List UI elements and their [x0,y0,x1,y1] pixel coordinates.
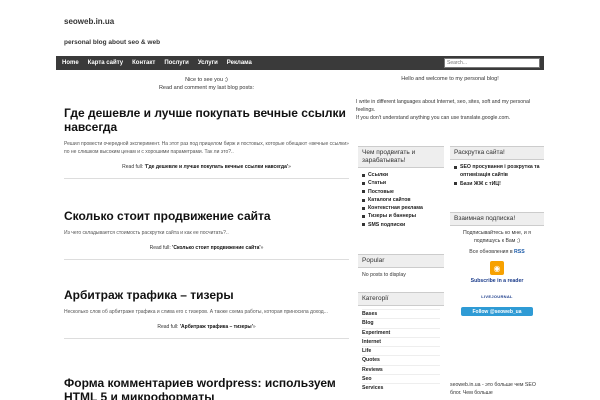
search-input[interactable] [444,58,540,68]
read-full-prefix: Read full: [149,245,173,251]
post-item: Где дешевле и лучше покупать вечные ссыл… [64,106,349,179]
bullet-icon [362,215,365,219]
read-full-prefix: Read full: [157,324,180,330]
read-full-line: Read full: 'Где дешевле и лучше покупать… [64,164,349,170]
post-divider [64,338,349,339]
nav-item-services-ru[interactable]: Услуги [198,60,218,66]
bullet-icon [454,182,457,186]
widget-title: Чем продвигать и зарабатывать! [358,146,444,168]
read-full-prefix: Read full: [122,164,145,170]
widget-title: Popular [358,254,444,268]
read-full-suffix: » [252,324,256,330]
post-title[interactable]: Арбитраж трафика – тизеры [64,288,349,302]
category-item[interactable]: Services [362,383,440,392]
read-full-line: Read full: 'Арбитраж трафика – тизеры'» [64,324,349,330]
post-item: Арбитраж трафика – тизеры Несколько слов… [64,288,349,339]
post-title[interactable]: Сколько стоит продвижение сайта [64,209,349,223]
widget-title: Взаимная подписка! [450,212,544,226]
categories-list: Bases Blog Experiment Internet Life Quot… [358,306,444,396]
about-line: I write in different languages about Int… [356,99,531,113]
widget-subscribe: Взаимная подписка! Подписывайтесь ко мне… [450,212,544,318]
intro-subtitle: Read and comment my last blog posts: [158,85,255,91]
widget-popular: Popular No posts to display [358,254,444,282]
category-item[interactable]: Bases [362,309,440,318]
post-excerpt: Из чего складывается стоимость раскрутки… [64,230,229,236]
list-item[interactable]: Контекстная реклама [362,204,440,212]
widget-title: Категорії [358,292,444,306]
read-full-link[interactable]: 'Сколько стоит продвижение сайта' [172,245,260,251]
main-navigation: Home Карта сайту Контакт Послуги Услуги … [56,56,544,70]
about-text: I write in different languages about Int… [356,98,544,122]
popular-empty-text: No posts to display [362,272,406,278]
rss-feed-icon[interactable]: ◉ [490,261,504,275]
nav-item-sitemap[interactable]: Карта сайту [88,60,123,66]
list-item[interactable]: SEO просування і розкрутка та оптимізаці… [454,163,540,180]
bullet-icon [362,173,365,177]
livejournal-logo-icon[interactable]: LIVEJOURNAL [477,287,517,305]
site-title[interactable]: seoweb.in.ua [64,17,114,26]
nav-item-services-ua[interactable]: Послуги [164,60,189,66]
bullet-icon [362,206,365,210]
read-full-link[interactable]: 'Арбитраж трафика – тизеры' [180,324,253,330]
main-content: Nice to see you ;) Read and comment my l… [64,76,349,400]
right-column: Hello and welcome to my personal blog! I… [356,76,544,396]
subscribe-text: Подписывайтесь ко мне, и я подпишусь к В… [463,230,531,244]
post-title[interactable]: Где дешевле и лучше покупать вечные ссыл… [64,106,349,134]
promote-list: Ссылки Статьи Постовые Каталоги сайтов К… [358,168,444,232]
category-item[interactable]: Life [362,346,440,355]
twitter-follow-button[interactable]: Follow @seoweb_ua [461,307,533,316]
bullet-icon [454,165,457,169]
post-title[interactable]: Форма комментариев wordpress: используем… [64,376,349,400]
list-item[interactable]: Бази ЖЖ с тИЦ! [454,180,540,188]
read-full-suffix: » [288,164,291,170]
rss-prefix: Все обновления в [469,249,515,255]
welcome-text: Hello and welcome to my personal blog! [401,76,499,82]
category-item[interactable]: Blog [362,318,440,327]
read-full-line: Read full: 'Сколько стоит продвижение са… [64,245,349,251]
category-item[interactable]: Seo [362,374,440,383]
list-item[interactable]: Каталоги сайтов [362,196,440,204]
list-item[interactable]: Статьи [362,179,440,187]
category-item[interactable]: Reviews [362,364,440,374]
read-full-suffix: » [260,245,264,251]
post-excerpt: Решил провести очередной эксперимент. На… [64,141,349,155]
post-excerpt: Несколько слов об арбитраже трафика и сл… [64,309,328,315]
bullet-icon [362,223,365,227]
rss-link[interactable]: RSS [514,249,525,255]
list-item[interactable]: SMS подписки [362,221,440,229]
rss-line: Все обновления в RSS [450,248,544,259]
site-description: personal blog about seo & web [64,39,161,46]
intro-greeting: Nice to see you ;) [185,77,228,83]
subscribe-reader-link[interactable]: Subscribe in a reader [450,277,544,285]
widget-categories: Категорії Bases Blog Experiment Internet… [358,292,444,396]
read-full-link[interactable]: 'Где дешевле и лучше покупать вечные ссы… [145,164,288,170]
category-item[interactable]: Quotes [362,355,440,364]
post-divider [64,178,349,179]
footer-about-text: seoweb.in.ua - это больше чем SEO блог. … [450,382,536,396]
category-item[interactable]: Experiment [362,327,440,337]
raskrutka-list: SEO просування і розкрутка та оптимізаці… [450,160,544,191]
list-item[interactable]: Ссылки [362,171,440,179]
bullet-icon [362,198,365,202]
post-item: Сколько стоит продвижение сайта Из чего … [64,209,349,260]
post-item: Форма комментариев wordpress: используем… [64,376,349,400]
bullet-icon [362,181,365,185]
widget-title: Раскрутка сайта! [450,146,544,160]
nav-item-home[interactable]: Home [62,60,79,66]
category-item[interactable]: Internet [362,336,440,346]
nav-item-contact[interactable]: Контакт [132,60,155,66]
list-item[interactable]: Постовые [362,188,440,196]
about-line: If you don't understand anything you can… [356,115,511,121]
nav-item-advertising[interactable]: Реклама [227,60,252,66]
bullet-icon [362,190,365,194]
widget-promote: Чем продвигать и зарабатывать! Ссылки Ст… [358,146,444,233]
post-divider [64,259,349,260]
list-item[interactable]: Тизеры и баннеры [362,212,440,220]
widget-raskrutka: Раскрутка сайта! SEO просування і розкру… [450,146,544,191]
